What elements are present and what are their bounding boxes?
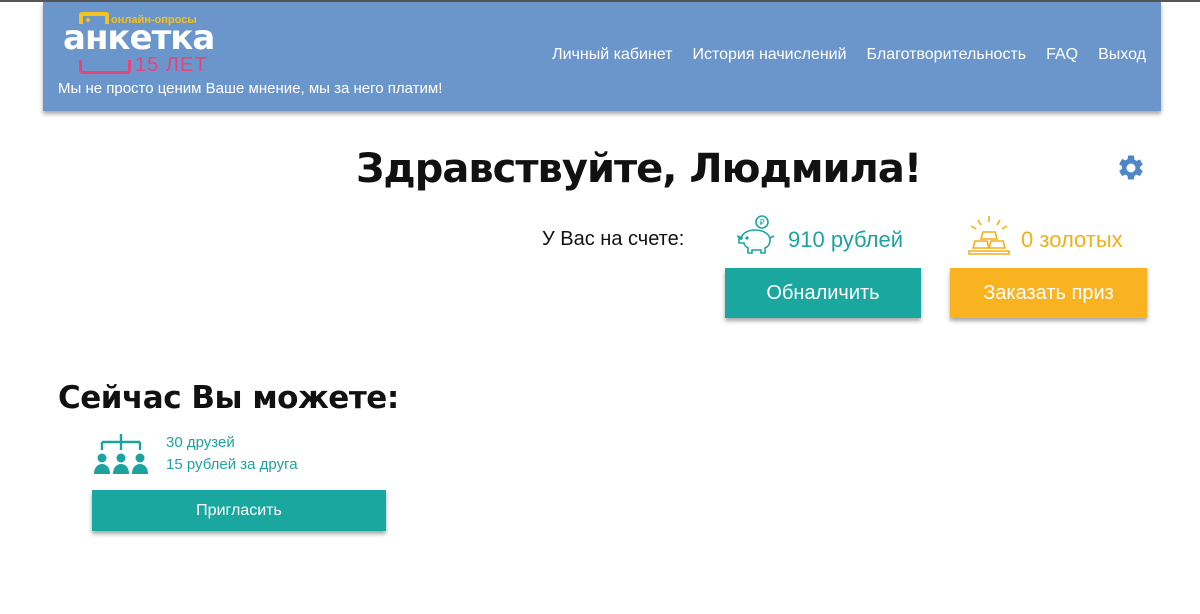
rubles-balance: 910 рублей xyxy=(788,227,904,252)
site-logo[interactable]: онлайн-опросы анкетка 15 ЛЕТ xyxy=(61,8,215,76)
nav-accrual-history[interactable]: История начислений xyxy=(692,46,846,64)
nav-personal-account[interactable]: Личный кабинет xyxy=(552,46,672,64)
friends-rate: 15 рублей за друга xyxy=(166,456,298,473)
site-header: онлайн-опросы анкетка 15 ЛЕТ Мы не прост… xyxy=(43,2,1161,111)
cash-out-button[interactable]: Обналичить xyxy=(725,268,921,318)
nav-faq[interactable]: FAQ xyxy=(1046,46,1078,64)
logo-years: 15 ЛЕТ xyxy=(135,54,208,76)
page-greeting: Здравствуйте, Людмила! xyxy=(356,146,922,192)
site-slogan: Мы не просто ценим Ваше мнение, мы за не… xyxy=(58,80,443,97)
svg-text:₽: ₽ xyxy=(759,218,764,227)
logo-brand-name: анкетка xyxy=(63,18,215,58)
invite-button[interactable]: Пригласить xyxy=(92,490,386,531)
referral-tree-icon xyxy=(92,432,150,476)
order-prize-button[interactable]: Заказать приз xyxy=(950,268,1147,318)
gold-balance: 0 золотых xyxy=(1021,227,1123,252)
gear-icon[interactable] xyxy=(1116,153,1146,183)
offers-title: Сейчас Вы можете: xyxy=(58,380,399,416)
piggy-bank-icon: ₽ xyxy=(735,214,779,258)
friends-count: 30 друзей xyxy=(166,434,235,451)
logo-lower-bracket xyxy=(79,60,131,74)
main-nav: Личный кабинет История начислений Благот… xyxy=(552,46,1146,64)
nav-logout[interactable]: Выход xyxy=(1098,46,1146,64)
nav-charity[interactable]: Благотворительность xyxy=(867,46,1027,64)
balance-label: У Вас на счете: xyxy=(542,228,685,250)
gold-bars-icon xyxy=(966,214,1012,258)
